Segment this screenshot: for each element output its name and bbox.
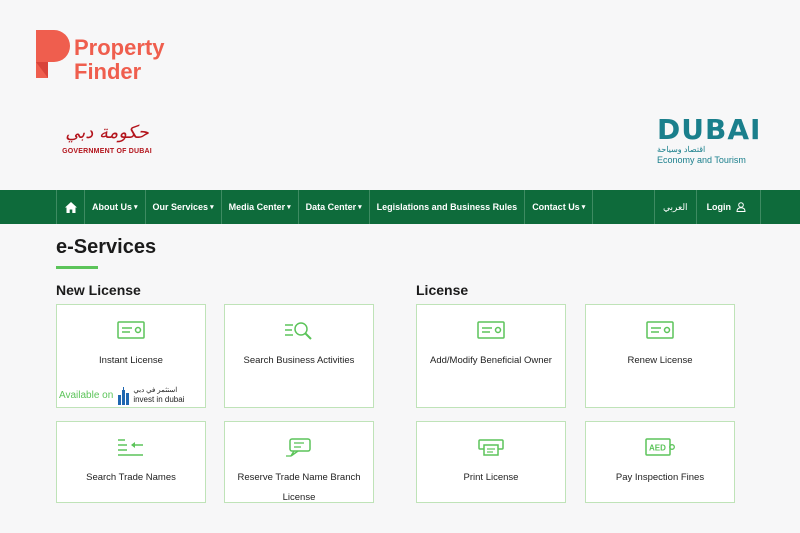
property-finder-logo-mark	[36, 30, 70, 78]
nav-our-services[interactable]: Our Services ▾	[146, 190, 222, 224]
chat-bubble-icon	[286, 438, 311, 457]
card-pay-inspection-fines[interactable]: AED Pay Inspection Fines	[585, 421, 735, 503]
card-renew-license[interactable]: Renew License	[585, 304, 735, 408]
arrow-list-icon	[118, 439, 143, 456]
caret-down-icon: ▾	[358, 204, 362, 211]
card-reserve-trade-name[interactable]: Reserve Trade Name Branch License	[224, 421, 374, 503]
card-add-modify-beneficial-owner[interactable]: Add/Modify Beneficial Owner	[416, 304, 566, 408]
header-area: Property Finder حكومة دبي GOVERNMENT OF …	[0, 0, 800, 190]
section-title-new-license: New License	[56, 282, 141, 298]
license-card-icon	[477, 321, 505, 339]
card-label: Add/Modify Beneficial Owner	[430, 355, 552, 366]
card-label: Print License	[463, 472, 519, 483]
svg-text:AED: AED	[649, 444, 666, 453]
caret-down-icon: ▾	[287, 204, 291, 211]
caret-down-icon: ▾	[134, 204, 138, 211]
nav-contact-us-label: Contact Us	[532, 202, 580, 212]
search-list-icon	[285, 322, 312, 340]
page-title: e-Services	[56, 236, 157, 258]
language-switch[interactable]: العربي	[654, 190, 697, 224]
invest-in-dubai-badge[interactable]: Available on استثمر في دبي invest in dub…	[59, 386, 184, 405]
caret-down-icon: ▾	[581, 204, 586, 211]
aed-fine-icon: AED	[645, 438, 675, 456]
caret-down-icon: ▾	[210, 204, 214, 211]
nav-media-center[interactable]: Media Center ▾	[222, 190, 299, 224]
card-search-trade-names[interactable]: Search Trade Names	[56, 421, 206, 503]
dubai-logo-word: DUBAI	[657, 113, 762, 146]
card-instant-license[interactable]: Instant License Available on استثمر في د…	[56, 304, 206, 408]
dubai-logo-arabic: اقتصاد وسياحة	[657, 145, 706, 154]
login-label: Login	[706, 202, 732, 212]
nav-legislations-label: Legislations and Business Rules	[376, 202, 518, 212]
nav-data-center-label: Data Center	[305, 202, 357, 212]
invest-in-dubai-arabic: استثمر في دبي	[133, 387, 178, 394]
nav-about-us[interactable]: About Us ▾	[85, 190, 146, 224]
card-label: Pay Inspection Fines	[615, 472, 705, 483]
brand-name-line2: Finder	[74, 59, 142, 84]
nav-data-center[interactable]: Data Center ▾	[299, 190, 370, 224]
gov-logo-text: GOVERNMENT OF DUBAI	[62, 148, 152, 155]
nav-home[interactable]	[56, 190, 85, 224]
printer-icon	[478, 439, 504, 456]
user-icon	[736, 202, 746, 212]
dubai-economy-logo[interactable]: DUBAI اقتصاد وسياحة Economy and Tourism	[657, 113, 762, 166]
card-label: Reserve Trade Name Branch License	[237, 472, 361, 503]
nav-about-us-label: About Us	[92, 202, 132, 212]
card-label: Instant License	[99, 355, 163, 366]
card-label: Search Trade Names	[86, 472, 176, 483]
license-card-icon	[117, 321, 145, 339]
nav-media-center-label: Media Center	[228, 202, 286, 212]
home-icon	[64, 201, 77, 213]
available-on-text: Available on	[59, 390, 114, 401]
brand-name-line1: Property	[74, 35, 165, 60]
dubai-logo-english: Economy and Tourism	[657, 155, 746, 165]
main-navigation: About Us ▾ Our Services ▾ Media Center ▾ Da…	[0, 190, 800, 224]
card-label: Search Business Activities	[243, 355, 355, 366]
nav-legislations[interactable]: Legislations and Business Rules	[370, 190, 526, 224]
section-title-license: License	[416, 282, 469, 298]
nav-our-services-label: Our Services	[152, 202, 209, 212]
title-underline	[56, 266, 98, 269]
card-label: Renew License	[627, 355, 693, 366]
license-card-icon	[646, 321, 674, 339]
card-search-business-activities[interactable]: Search Business Activities	[224, 304, 374, 408]
property-finder-logo[interactable]: Property Finder	[32, 26, 164, 84]
gov-logo-arabic: حكومة دبي	[65, 122, 149, 143]
government-of-dubai-logo[interactable]: حكومة دبي GOVERNMENT OF DUBAI	[62, 122, 152, 155]
nav-contact-us[interactable]: Contact Us ▾	[525, 190, 594, 224]
invest-in-dubai-icon	[118, 386, 130, 405]
invest-in-dubai-english: invest in dubai	[133, 395, 185, 404]
card-print-license[interactable]: Print License	[416, 421, 566, 503]
login-button[interactable]: Login	[697, 190, 762, 224]
